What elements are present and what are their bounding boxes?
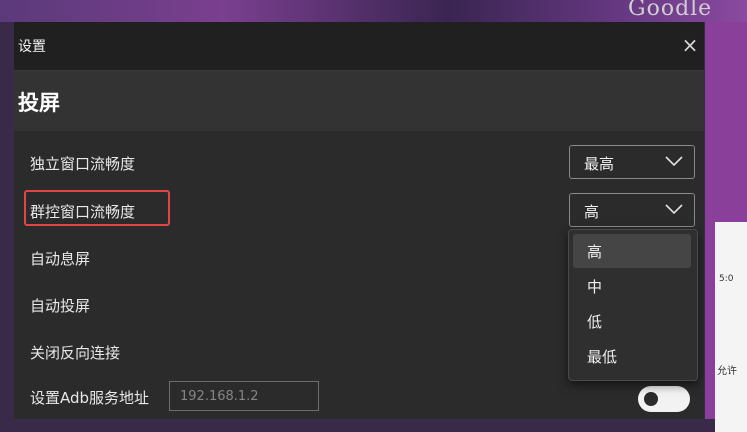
settings-window: 设置 × 投屏 独立窗口流畅度 最高 群控窗口流畅度 高 自动息屏 自动投屏 关… [14, 22, 704, 419]
disable-reverse-connection-label: 关闭反向连接 [30, 344, 121, 362]
toggle-knob [644, 392, 658, 406]
independent-fluency-select[interactable]: 最高 [569, 145, 695, 179]
background-brand-text: Goodle [628, 0, 713, 21]
group-fluency-label: 群控窗口流畅度 [30, 203, 136, 221]
titlebar: 设置 × [14, 22, 704, 71]
chevron-down-icon [665, 156, 683, 167]
auto-screen-off-label: 自动息屏 [30, 250, 91, 268]
close-icon[interactable]: × [680, 34, 700, 56]
chevron-down-icon [665, 204, 683, 215]
background-card [715, 222, 747, 432]
fluency-dropdown-menu: 高 中 低 最低 [568, 229, 698, 381]
group-fluency-select[interactable]: 高 [569, 193, 695, 227]
adb-address-label: 设置Adb服务地址 [30, 389, 150, 407]
background-app-panel: 5:0 允许 [705, 22, 747, 432]
dropdown-option-lowest[interactable]: 最低 [573, 339, 691, 373]
group-fluency-value: 高 [584, 203, 600, 221]
independent-fluency-value: 最高 [584, 155, 615, 173]
section-title: 投屏 [18, 91, 60, 115]
auto-cast-label: 自动投屏 [30, 297, 91, 315]
background-text-time: 5:0 [719, 274, 734, 284]
adb-toggle[interactable] [638, 386, 690, 412]
adb-address-input[interactable] [169, 381, 319, 411]
background-text-allow: 允许 [717, 366, 737, 377]
dropdown-option-medium[interactable]: 中 [573, 269, 691, 303]
section-header: 投屏 [14, 71, 704, 131]
dropdown-option-high[interactable]: 高 [573, 234, 691, 268]
dropdown-option-low[interactable]: 低 [573, 304, 691, 338]
independent-fluency-label: 独立窗口流畅度 [30, 155, 136, 173]
window-title: 设置 [18, 39, 46, 55]
